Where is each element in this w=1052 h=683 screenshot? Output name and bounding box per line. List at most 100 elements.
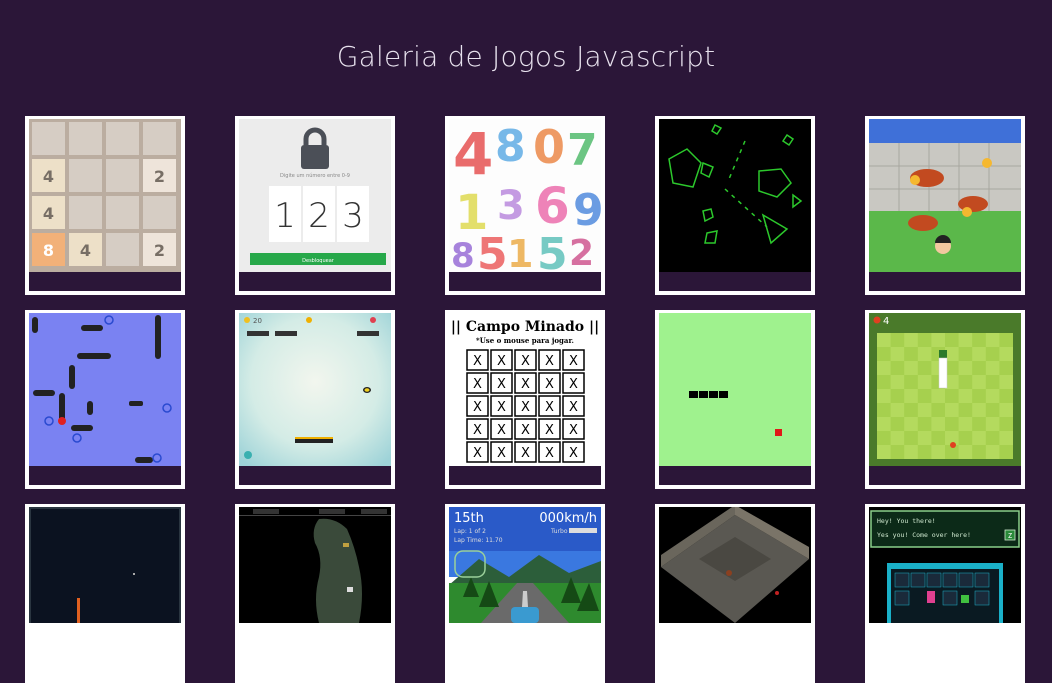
game-card-iso-dungeon[interactable]	[655, 504, 815, 683]
thumb-cave	[239, 507, 391, 623]
bug-enemy	[958, 196, 988, 212]
tile	[106, 233, 139, 266]
game-caption	[449, 466, 601, 485]
thumb-breakout: 20	[239, 313, 391, 466]
player-car	[511, 607, 539, 623]
number-glyph: 1	[507, 232, 533, 272]
mine-cell-label: X	[497, 400, 506, 415]
brick	[247, 331, 269, 336]
ship	[69, 365, 75, 389]
mine-cell-label: X	[473, 377, 482, 392]
gem	[910, 175, 920, 185]
game-card-numbers[interactable]: 4 8 0 7 1 3 6 9 8 5 1 5 2	[445, 116, 605, 295]
game-card-rpg[interactable]: Hey! You there! Yes you! Come over here!…	[865, 504, 1025, 683]
mine-cell-label: X	[473, 423, 482, 438]
tile-value: 8	[43, 241, 54, 260]
mine-cell-label: X	[497, 423, 506, 438]
mine-cell-label: X	[473, 354, 482, 369]
colored-numbers-image: 4 8 0 7 1 3 6 9 8 5 1 5 2	[449, 119, 601, 272]
tile	[69, 196, 102, 229]
tile-value: 4	[43, 167, 54, 186]
game-card-battleship[interactable]	[25, 310, 185, 489]
game-card-breakout[interactable]: 20	[235, 310, 395, 489]
game-card-space-night[interactable]	[25, 504, 185, 683]
racing-scene: 15th 000km/h Lap: 1 of 2 Lap Time: 11.70…	[449, 507, 601, 623]
tile-value: 4	[43, 204, 54, 223]
star-icon	[244, 317, 250, 323]
space-field	[29, 507, 181, 623]
thumb-racing: 15th 000km/h Lap: 1 of 2 Lap Time: 11.70…	[449, 507, 601, 623]
mine-cell-label: X	[521, 354, 530, 369]
item	[343, 543, 349, 547]
food	[950, 442, 956, 448]
mine-cell-label: X	[473, 400, 482, 415]
cannon	[77, 598, 80, 623]
snake-field	[659, 313, 811, 466]
lap-counter: Lap: 1 of 2	[454, 528, 486, 535]
star	[133, 573, 135, 575]
game-card-racing[interactable]: 15th 000km/h Lap: 1 of 2 Lap Time: 11.70…	[445, 504, 605, 683]
tile	[106, 196, 139, 229]
lap-time: Lap Time: 11.70	[454, 537, 503, 544]
snake-segment	[719, 391, 728, 398]
snake-segment	[699, 391, 708, 398]
lock-icon	[301, 145, 329, 169]
mine-cell-label: X	[545, 400, 554, 415]
mine-cell-label: X	[497, 354, 506, 369]
number-glyph: 6	[535, 177, 570, 235]
rpg-scene: Hey! You there! Yes you! Come over here!…	[869, 507, 1021, 623]
lock-digit-1: 1	[274, 196, 296, 236]
number-glyph: 8	[451, 236, 475, 272]
frogger-field	[869, 119, 1021, 272]
game-caption	[239, 466, 391, 485]
item	[961, 595, 969, 603]
ship	[32, 317, 38, 333]
key-label: Z	[1008, 532, 1012, 540]
game-card-snake-grass[interactable]: 4	[865, 310, 1025, 489]
mine-cell-label: X	[521, 400, 530, 415]
tile-value: 2	[154, 241, 165, 260]
character	[726, 570, 732, 576]
mine-cell-label: X	[545, 377, 554, 392]
character	[347, 587, 353, 592]
mine-cell-label: X	[569, 377, 578, 392]
thumb-snake-grass: 4	[869, 313, 1021, 466]
isometric-dungeon	[659, 507, 811, 623]
game-card-lock[interactable]: Digite um número entre 0-9 1 2 3 Desbloq…	[235, 116, 395, 295]
tile	[69, 122, 102, 155]
thumb-minesweeper: || Campo Minado || *Use o mouse para jog…	[449, 313, 601, 466]
mine-cell-label: X	[521, 446, 530, 461]
ship	[71, 425, 93, 431]
ship	[87, 401, 93, 415]
game-card-cave[interactable]	[235, 504, 395, 683]
game-card-asteroids[interactable]	[655, 116, 815, 295]
sound-icon	[244, 451, 252, 459]
game-caption	[659, 466, 811, 485]
snake-segment	[689, 391, 698, 398]
turbo-bar	[569, 528, 597, 533]
mine-cell-label: X	[521, 423, 530, 438]
tile	[106, 159, 139, 192]
number-glyph: 4	[453, 120, 493, 188]
game-card-snake[interactable]	[655, 310, 815, 489]
game-card-2048[interactable]: 4 2 4 8 4 2	[25, 116, 185, 295]
tile	[143, 122, 176, 155]
game-card-minesweeper[interactable]: || Campo Minado || *Use o mouse para jog…	[445, 310, 605, 489]
ship	[129, 401, 143, 406]
mine-cell-label: X	[473, 446, 482, 461]
mine-cell-label: X	[497, 377, 506, 392]
game-card-frogger[interactable]	[865, 116, 1025, 295]
cave-map	[239, 507, 391, 623]
breakout-field: 20	[239, 313, 391, 466]
thumb-2048: 4 2 4 8 4 2	[29, 119, 181, 272]
score-value: 4	[883, 316, 889, 327]
tile	[69, 159, 102, 192]
2048-board: 4 2 4 8 4 2	[29, 119, 181, 272]
thumb-frogger	[869, 119, 1021, 272]
game-caption	[239, 272, 391, 291]
asteroids-field	[659, 119, 811, 272]
heart-icon	[370, 317, 376, 323]
snake-segment	[709, 391, 718, 398]
number-glyph: 3	[497, 183, 525, 229]
dialog-line-1: Hey! You there!	[877, 517, 936, 525]
